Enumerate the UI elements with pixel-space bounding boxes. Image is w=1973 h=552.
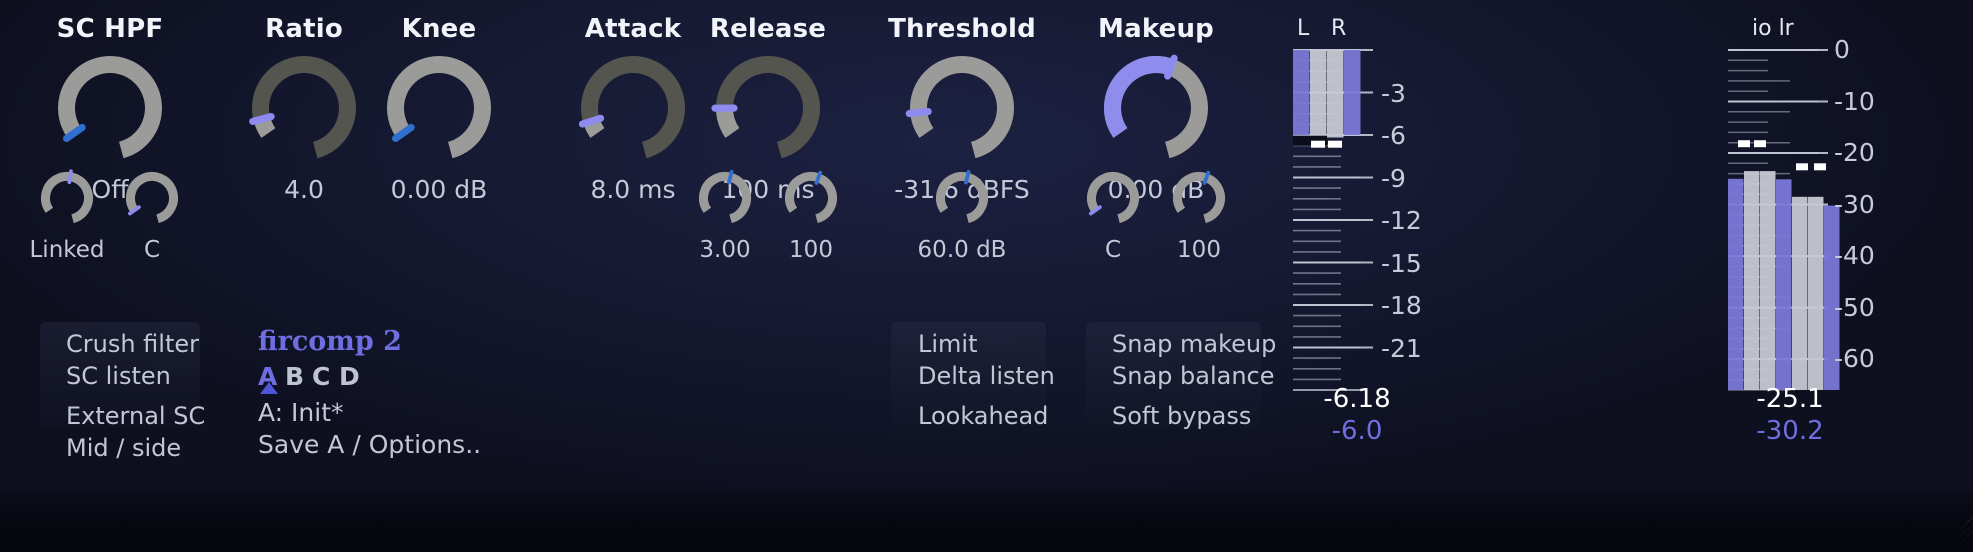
param-makeup-title: Makeup bbox=[1098, 14, 1214, 44]
option-snap-makeup[interactable]: Snap makeup bbox=[1112, 332, 1276, 356]
plugin-window: SC HPF Off Ratio 4.0 Knee 0.00 dB Attack 8.… bbox=[0, 0, 1973, 552]
io-readout-blue: -30.2 bbox=[1756, 416, 1824, 446]
param-knee-knob[interactable] bbox=[387, 56, 491, 160]
io-tick-label: -20 bbox=[1834, 138, 1875, 168]
io-tick-label: -60 bbox=[1834, 344, 1875, 374]
gr-tick-label: -18 bbox=[1381, 291, 1422, 320]
gr-tick-label: -9 bbox=[1381, 163, 1406, 193]
gr-tick-label: -15 bbox=[1381, 248, 1422, 278]
param-knee-value[interactable]: 0.00 dB bbox=[349, 177, 529, 202]
io-lr-title: io lr bbox=[1752, 16, 1794, 41]
option-external-sc[interactable]: External SC bbox=[66, 404, 205, 428]
option-soft-bypass[interactable]: Soft bypass bbox=[1112, 404, 1251, 428]
param-attack-knob[interactable] bbox=[578, 56, 685, 160]
meter-label-l: L bbox=[1297, 16, 1310, 41]
gain-reduction-meter[interactable]: L R -6.18 -6.0 -3 -6 -9 -12 -15 -18 -21 bbox=[1283, 16, 1473, 444]
preset-save-options[interactable]: Save A / Options.. bbox=[258, 432, 481, 457]
subparam-linked-knob[interactable] bbox=[41, 169, 93, 224]
subparam-sc-channel-knob[interactable] bbox=[126, 172, 178, 224]
gr-tick-label: -6 bbox=[1381, 121, 1406, 150]
gr-tick-label: -12 bbox=[1381, 206, 1422, 235]
option-mid-side[interactable]: Mid / side bbox=[66, 436, 181, 460]
param-knee: Knee 0.00 dB bbox=[349, 16, 529, 202]
meter-label-r: R bbox=[1331, 16, 1347, 41]
subparam-attack-pct: 100 bbox=[751, 170, 871, 262]
io-tick-label: 0 bbox=[1834, 35, 1850, 64]
option-delta-listen[interactable]: Delta listen bbox=[918, 364, 1055, 388]
subparam-sc-channel: C bbox=[92, 172, 212, 262]
param-threshold-title: Threshold bbox=[888, 14, 1036, 44]
param-sc-hpf-title: SC HPF bbox=[56, 14, 164, 44]
preset-slot-b[interactable]: B bbox=[285, 364, 304, 389]
io-tick-label: -50 bbox=[1834, 292, 1875, 322]
gr-readout-blue: -6.0 bbox=[1331, 416, 1383, 446]
param-ratio-knob[interactable] bbox=[249, 56, 356, 160]
option-lookahead[interactable]: Lookahead bbox=[918, 404, 1048, 428]
subparam-makeup-pct-knob[interactable] bbox=[1173, 170, 1225, 224]
preset-slot-c[interactable]: C bbox=[312, 364, 330, 389]
io-tick-label: -10 bbox=[1834, 86, 1875, 116]
subparam-makeup-chan-knob[interactable] bbox=[1087, 172, 1139, 224]
param-makeup-knob[interactable] bbox=[1104, 54, 1208, 160]
subparam-makeup-pct: 100 bbox=[1139, 170, 1259, 262]
param-threshold-knob[interactable] bbox=[905, 56, 1014, 160]
preset-current[interactable]: A: Init* bbox=[258, 400, 344, 425]
io-tick-label: -40 bbox=[1834, 241, 1875, 271]
subparam-makeup-pct-label[interactable]: 100 bbox=[1139, 239, 1259, 262]
io-lr-meter[interactable]: io lr -25.1 -30.2 0 -10 -20 -30 -40 -50 -60 bbox=[1700, 16, 1960, 444]
option-crush-filter[interactable]: Crush filter bbox=[66, 332, 199, 356]
subparam-attack-pct-label[interactable]: 100 bbox=[751, 239, 871, 262]
option-snap-balance[interactable]: Snap balance bbox=[1112, 364, 1275, 388]
subparam-range-label[interactable]: 60.0 dB bbox=[902, 239, 1022, 262]
option-limit[interactable]: Limit bbox=[918, 332, 978, 356]
subparam-range-knob[interactable] bbox=[936, 169, 988, 224]
preset-slot-d[interactable]: D bbox=[339, 364, 360, 389]
subparam-sc-channel-label[interactable]: C bbox=[92, 239, 212, 262]
param-release-title: Release bbox=[709, 14, 827, 44]
param-knee-title: Knee bbox=[401, 14, 477, 44]
gr-tick-label: -21 bbox=[1381, 333, 1422, 363]
io-tick-label: -30 bbox=[1834, 189, 1875, 219]
param-release-knob[interactable] bbox=[711, 56, 820, 160]
option-sc-listen[interactable]: SC listen bbox=[66, 364, 171, 388]
gr-readout-white: -6.18 bbox=[1323, 384, 1391, 414]
resize-grip-icon[interactable] bbox=[1927, 506, 1973, 552]
gr-tick-label: -3 bbox=[1381, 78, 1406, 108]
io-readout-white: -25.1 bbox=[1756, 384, 1824, 414]
preset-slot-indicator-icon bbox=[260, 382, 278, 394]
subparam-range: 60.0 dB bbox=[902, 169, 1022, 262]
subparam-attack-pct-knob[interactable] bbox=[785, 170, 837, 224]
preset-name[interactable]: fircomp 2 bbox=[258, 328, 402, 355]
param-sc-hpf-knob[interactable] bbox=[58, 56, 162, 160]
subparam-attack-curve-knob[interactable] bbox=[699, 169, 751, 224]
